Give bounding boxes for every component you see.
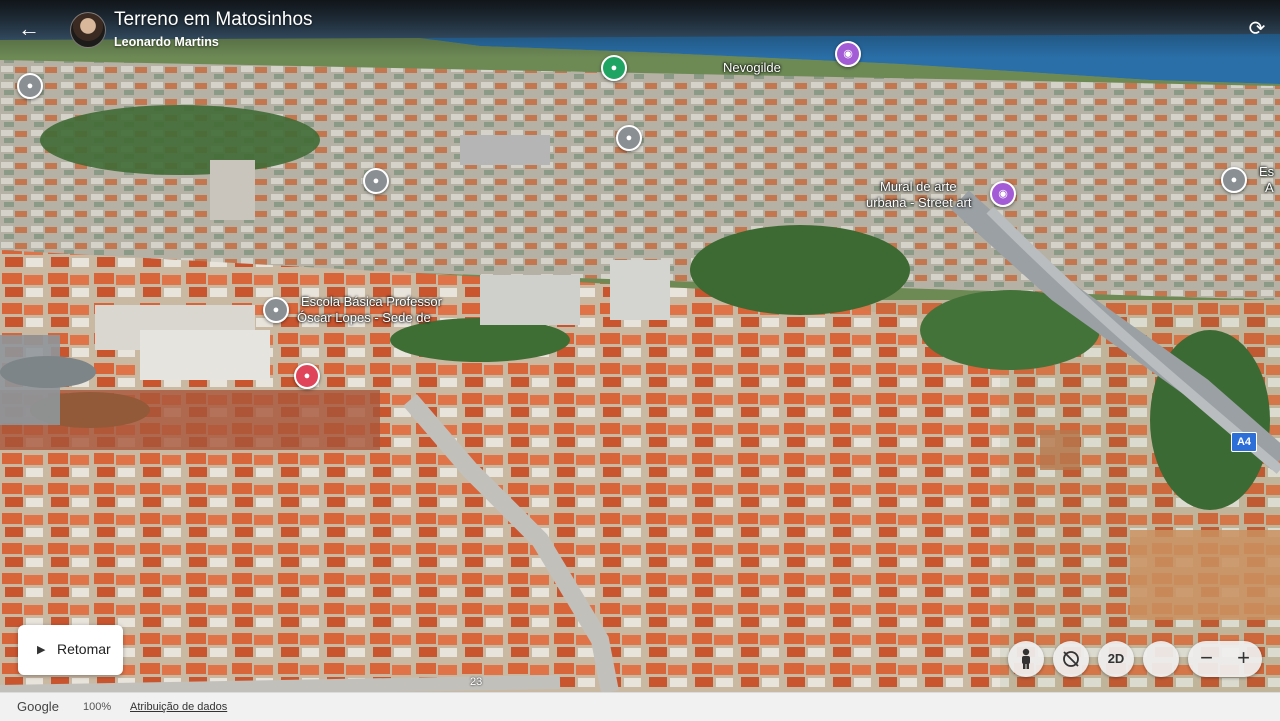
view-2d-button[interactable]: 2D	[1098, 641, 1134, 677]
shop-pin-icon[interactable]: ●	[294, 363, 320, 389]
label-mural-line1[interactable]: Mural de arte	[880, 179, 957, 194]
resume-tour-button[interactable]: ▶ Retomar	[18, 625, 123, 675]
back-arrow-icon[interactable]: ←	[14, 14, 44, 44]
place-pin-icon[interactable]: ●	[363, 168, 389, 194]
place-pin-icon[interactable]: ●	[17, 73, 43, 99]
street-view-pegman-icon[interactable]	[1008, 641, 1044, 677]
avatar[interactable]	[70, 12, 106, 48]
zoom-control: − +	[1188, 641, 1262, 677]
zoom-out-button[interactable]: −	[1188, 641, 1225, 677]
place-pin-icon[interactable]: ●	[1221, 167, 1247, 193]
school-pin-icon[interactable]: ●	[263, 297, 289, 323]
aerial-3d-scene[interactable]	[0, 0, 1280, 692]
road-shield-a4: A4	[1231, 432, 1257, 452]
play-icon: ▶	[37, 644, 46, 656]
place-pin-icon[interactable]: ●	[616, 125, 642, 151]
compass-needle-icon	[1154, 655, 1168, 663]
google-logo: Google	[17, 699, 59, 714]
page-title: Terreno em Matosinhos	[114, 9, 313, 30]
data-attribution-link[interactable]: Atribuição de dados	[130, 701, 227, 713]
map-viewport[interactable]: ← Terreno em Matosinhos Leonardo Martins…	[0, 0, 1280, 692]
tilt-toggle-button[interactable]	[1053, 641, 1089, 677]
label-edge-line2[interactable]: A	[1265, 180, 1274, 195]
zoom-in-button[interactable]: +	[1225, 641, 1262, 677]
label-escola-line1[interactable]: Escola Básica Professor	[301, 294, 442, 309]
pegman-icon	[1022, 648, 1030, 669]
camera-pin-icon[interactable]: ◉	[990, 181, 1016, 207]
author-name[interactable]: Leonardo Martins	[114, 35, 219, 49]
zoom-level: 100%	[83, 701, 112, 713]
refresh-icon[interactable]: ⟳	[1244, 16, 1270, 42]
place-pin-icon[interactable]: ●	[601, 55, 627, 81]
resume-label: Retomar	[57, 641, 111, 657]
label-nevogilde[interactable]: Nevogilde	[723, 60, 781, 75]
camera-pin-icon[interactable]: ◉	[835, 41, 861, 67]
road-number: 23	[470, 676, 483, 688]
label-escola-line2[interactable]: Óscar Lopes - Sede de	[297, 310, 431, 325]
compass-off-icon	[1063, 651, 1079, 667]
label-mural-line2[interactable]: urbana - Street art	[866, 195, 972, 210]
compass-button[interactable]	[1143, 641, 1179, 677]
footer-bar: Google 100% Atribuição de dados	[0, 692, 1280, 721]
label-edge-line1[interactable]: Es	[1259, 164, 1274, 179]
